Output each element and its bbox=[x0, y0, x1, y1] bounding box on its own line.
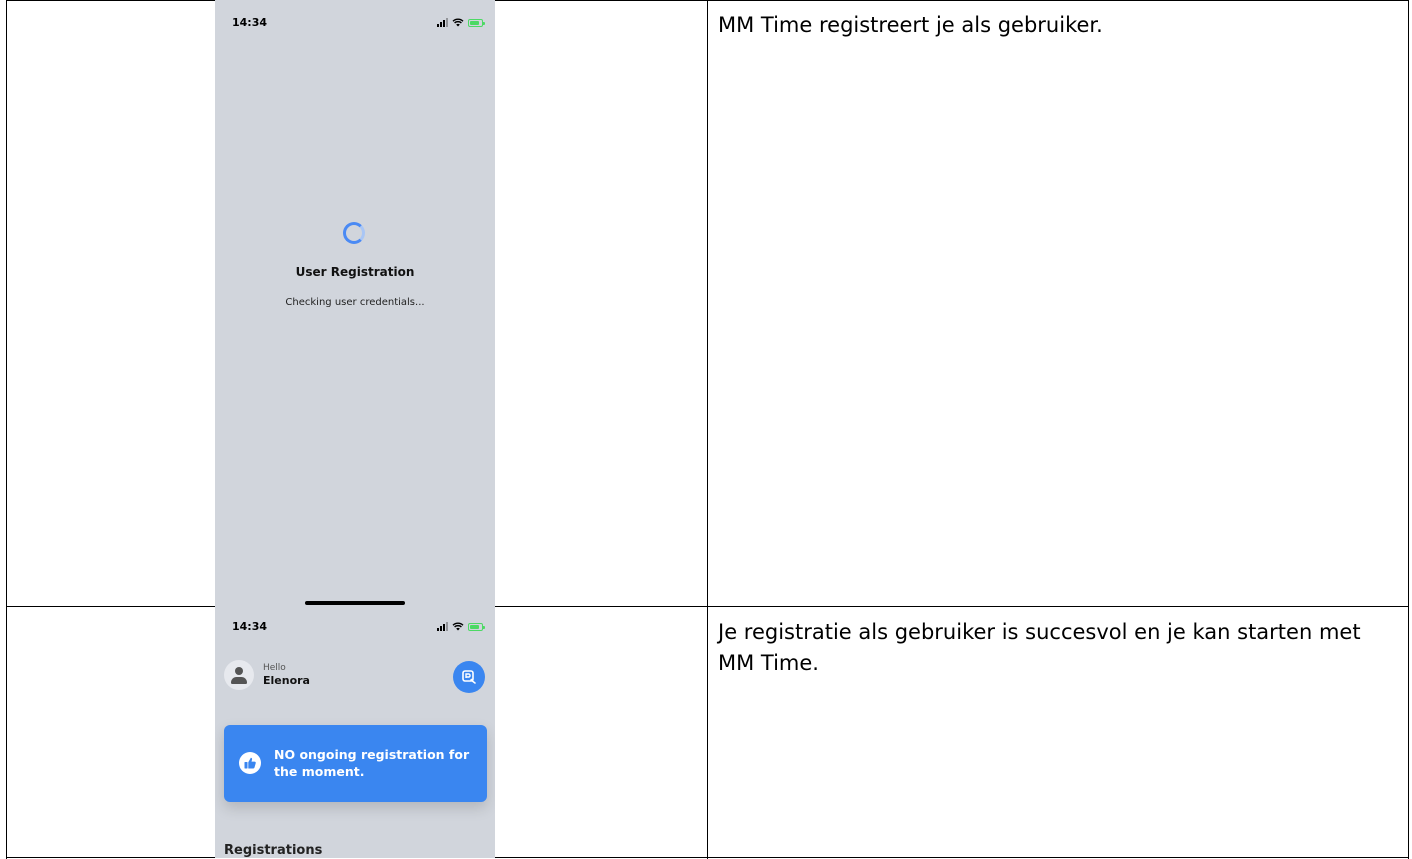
registration-status-text: Checking user credentials... bbox=[285, 297, 425, 308]
table-border-right bbox=[1408, 0, 1409, 859]
user-icon-head bbox=[235, 667, 243, 675]
ongoing-registration-banner[interactable]: NO ongoing registration for the moment. bbox=[224, 725, 487, 802]
status-time: 14:34 bbox=[232, 16, 268, 29]
loading-spinner-icon bbox=[343, 222, 365, 244]
phone-screen-home: 14:34 Hello Elenora NO ongoing registrat… bbox=[215, 607, 495, 858]
status-icons bbox=[437, 18, 485, 27]
wifi-icon bbox=[452, 18, 464, 27]
status-time: 14:34 bbox=[232, 620, 268, 633]
signal-icon bbox=[437, 622, 448, 631]
scan-card-icon bbox=[462, 670, 476, 684]
greeting-text: Hello bbox=[263, 663, 286, 673]
status-icons bbox=[437, 622, 485, 631]
username-text: Elenora bbox=[263, 674, 310, 687]
table-border-middle bbox=[707, 0, 708, 859]
scan-button[interactable] bbox=[453, 661, 485, 693]
signal-icon bbox=[437, 18, 448, 27]
row2-description: Je registratie als gebruiker is succesvo… bbox=[718, 620, 1361, 675]
registrations-heading: Registrations bbox=[224, 843, 323, 858]
user-icon-body bbox=[231, 677, 247, 684]
ongoing-registration-text: NO ongoing registration for the moment. bbox=[274, 747, 470, 779]
table-border-left bbox=[6, 0, 7, 859]
home-indicator bbox=[305, 601, 405, 605]
avatar[interactable] bbox=[224, 660, 254, 690]
wifi-icon bbox=[452, 622, 464, 631]
battery-icon bbox=[468, 622, 485, 631]
thumbs-up-icon bbox=[239, 752, 261, 774]
phone-screen-registration: 14:34 User Registration Checking user cr… bbox=[215, 0, 495, 607]
registration-title: User Registration bbox=[295, 265, 415, 279]
battery-icon bbox=[468, 18, 485, 27]
row1-description: MM Time registreert je als gebruiker. bbox=[718, 13, 1103, 37]
